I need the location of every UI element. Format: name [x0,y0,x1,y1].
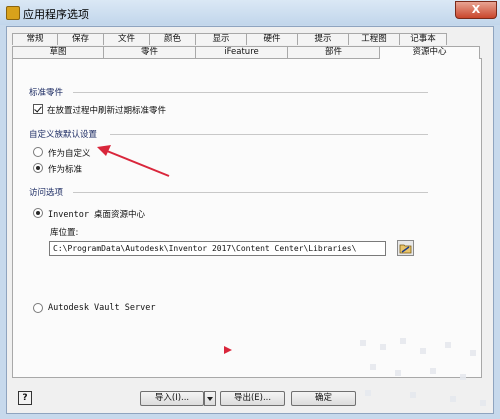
window-title: 应用程序选项 [23,8,89,21]
tab-hardware[interactable]: 硬件 [246,33,298,45]
close-button[interactable]: X [455,1,497,19]
tab-general[interactable]: 常规 [12,33,58,45]
browse-button[interactable] [397,240,414,256]
group-divider [73,192,428,193]
export-button[interactable]: 导出(E)... [220,391,285,406]
tab-assembly[interactable]: 部件 [287,46,380,58]
custom-family-group-title: 自定义族默认设置 [29,130,98,140]
red-arrow-annotation-icon [97,145,170,177]
access-group-title: 访问选项 [29,188,64,198]
tab-sketch[interactable]: 草图 [12,46,104,58]
tab-part[interactable]: 零件 [103,46,196,58]
as-standard-label: 作为标准 [48,165,83,175]
library-path-field[interactable]: C:\ProgramData\Autodesk\Inventor 2017\Co… [49,241,386,256]
group-divider [110,134,428,135]
as-custom-radio[interactable] [33,147,43,157]
tab-notebook[interactable]: 记事本 [399,33,447,45]
desktop-content-center-radio[interactable] [33,208,43,218]
tab-content-center[interactable]: 资源中心 [379,46,480,59]
import-dropdown-button[interactable] [204,391,216,406]
as-custom-label: 作为自定义 [48,149,91,159]
tab-prompts[interactable]: 提示 [297,33,349,45]
as-standard-radio[interactable] [33,163,43,173]
help-button[interactable]: ? [18,391,32,405]
desktop-content-center-label: Inventor 桌面资源中心 [48,210,146,220]
tab-file[interactable]: 文件 [103,33,150,45]
title-bar: 应用程序选项 X [0,0,500,25]
folder-browse-icon [399,244,412,254]
vault-server-radio[interactable] [33,303,43,313]
tab-colors[interactable]: 颜色 [149,33,196,45]
tab-ifeature[interactable]: iFeature [195,46,288,58]
tab-drawing[interactable]: 工程图 [348,33,400,45]
app-window: 应用程序选项 X 常规 保存 文件 颜色 显示 硬件 提示 工程图 记事本 草图… [0,0,500,419]
group-divider [73,92,428,93]
app-icon [6,6,20,20]
import-button[interactable]: 导入(I)... [140,391,204,406]
vault-server-label: Autodesk Vault Server [48,303,156,313]
tab-row-2: 草图 零件 iFeature 部件 资源中心 [12,46,480,59]
library-location-label: 库位置: [50,228,79,238]
tab-display[interactable]: 显示 [195,33,247,45]
refresh-standard-parts-checkbox[interactable] [33,104,43,114]
ok-button[interactable]: 确定 [291,391,356,406]
tab-row-1: 常规 保存 文件 颜色 显示 硬件 提示 工程图 记事本 [12,33,447,45]
tab-save[interactable]: 保存 [57,33,104,45]
red-triangle-marker-icon [224,346,232,354]
refresh-standard-parts-label: 在放置过程中刷新过期标准零件 [47,106,167,116]
watermark-pattern [360,338,486,406]
standard-parts-group-title: 标准零件 [29,88,64,98]
